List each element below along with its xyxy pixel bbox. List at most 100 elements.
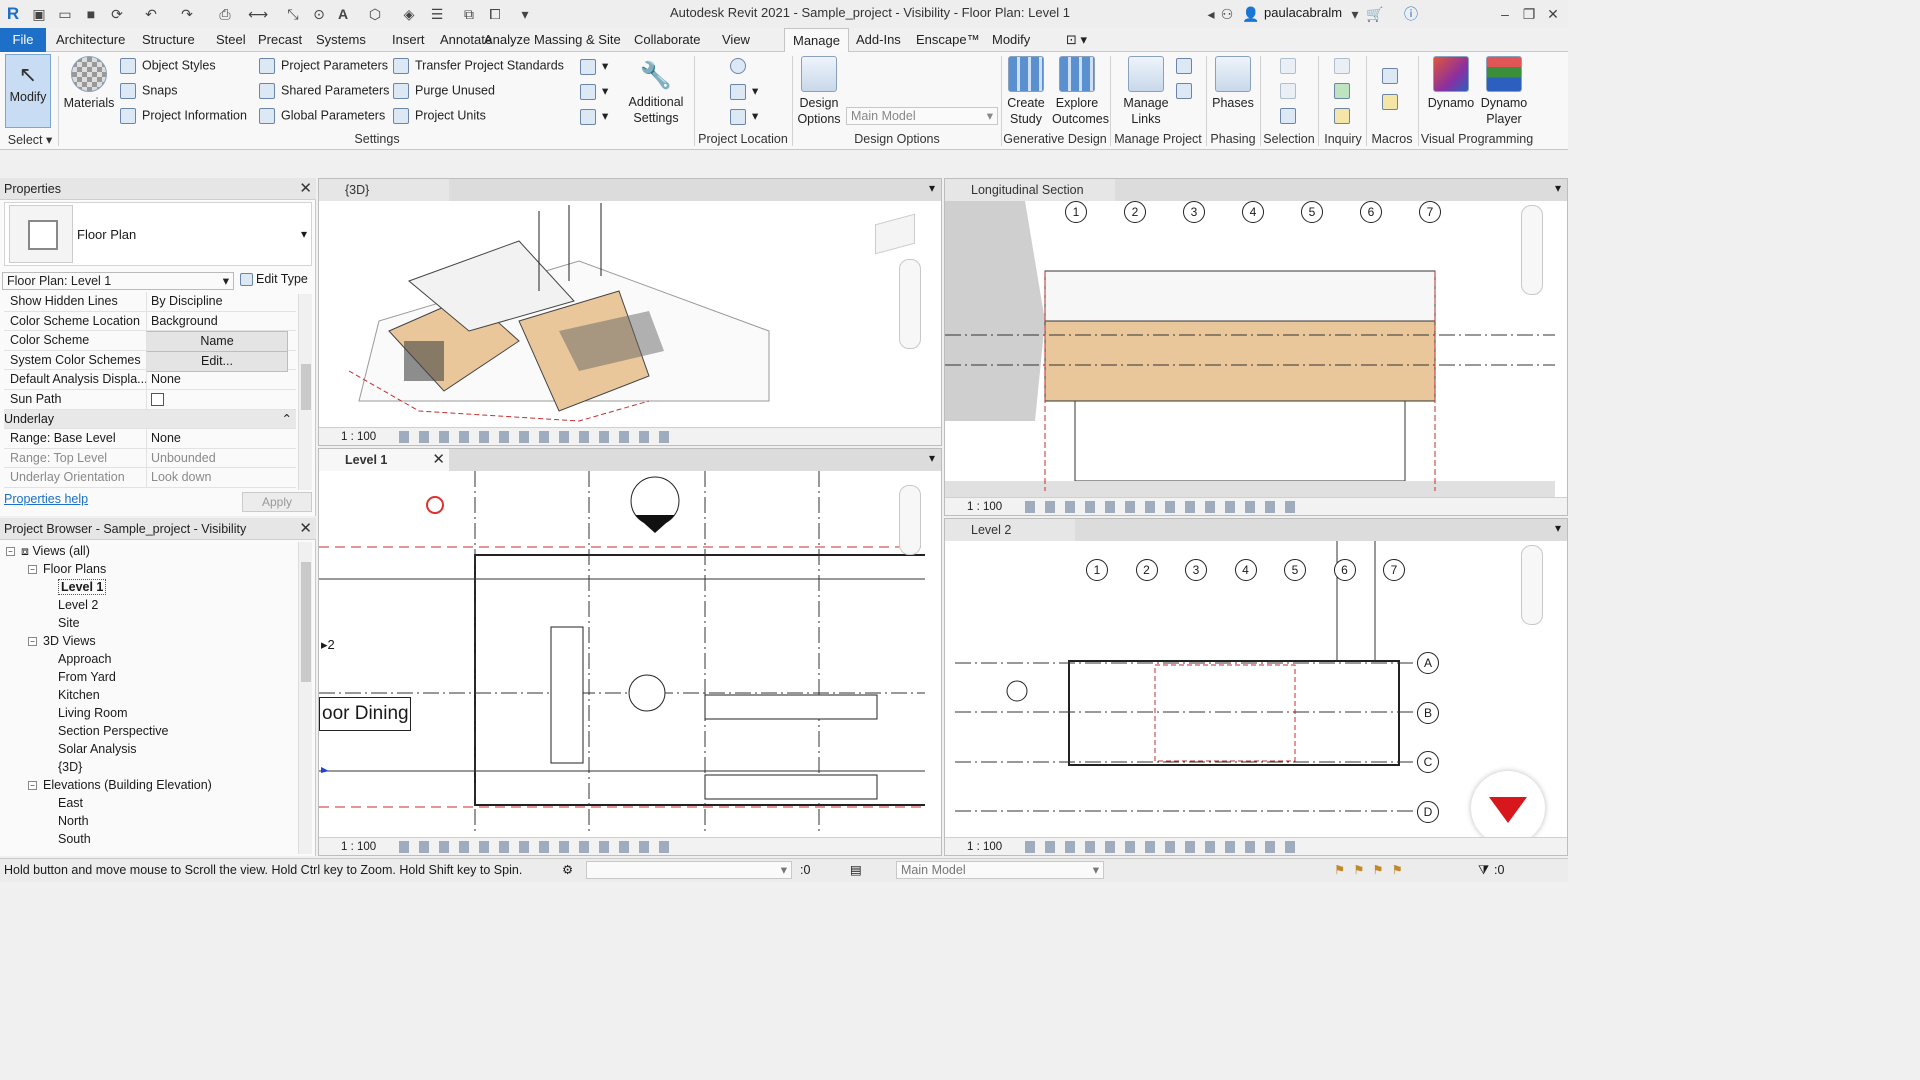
project-parameters-button[interactable]: Project Parameters (259, 58, 388, 74)
type-selector[interactable]: Floor Plan ▾ (4, 202, 312, 266)
tab-systems[interactable]: Systems (308, 28, 374, 52)
edit-type-button[interactable]: Edit Type (240, 272, 308, 287)
view-controls-icons[interactable] (1025, 841, 1295, 853)
sync-icon[interactable]: ⟳ (108, 5, 126, 23)
selection-toggle-icons[interactable]: ⚑⚑⚑⚑ (1334, 859, 1411, 881)
modify-button[interactable]: ↖ Modify (5, 54, 51, 128)
property-value[interactable]: Background (146, 311, 288, 331)
decal-types-button[interactable] (1176, 83, 1198, 99)
view-level-2[interactable]: Level 2 ▾ 1 2 3 4 5 6 7 A B C D 1 : 100 (944, 518, 1568, 856)
property-row[interactable]: Color Scheme Name (4, 331, 296, 353)
panel-select[interactable]: Select ▾ (6, 132, 54, 147)
view-3d-scale[interactable]: 1 : 100 (341, 428, 376, 445)
dynamo-player-button[interactable]: Dynamo Player (1478, 56, 1530, 127)
checkbox-icon[interactable] (151, 393, 164, 406)
tab-add-ins[interactable]: Add-Ins (848, 28, 909, 52)
tree-item[interactable]: {3D} (58, 758, 82, 776)
grid-bubble[interactable]: 1 (1065, 201, 1087, 223)
property-row[interactable]: System Color Schemes Edit... (4, 350, 296, 372)
measure-icon[interactable]: ⟷ (248, 5, 268, 23)
close-icon[interactable]: ✕ (432, 449, 445, 471)
property-row[interactable]: Show Hidden Lines By Discipline (4, 292, 296, 312)
design-option-combo[interactable]: Main Model ▾ (846, 107, 998, 125)
grid-bubble[interactable]: 4 (1234, 559, 1257, 581)
user-icon[interactable]: 👤 (1242, 5, 1260, 23)
close-hidden-icon[interactable]: ⧉ (460, 5, 478, 23)
view-level-1-tab[interactable]: Level 1 ✕ (319, 449, 449, 471)
properties-scrollbar[interactable] (298, 294, 312, 490)
tree-item[interactable]: Level 2 (58, 596, 98, 614)
location-button[interactable] (730, 58, 752, 74)
grid-bubble[interactable]: 6 (1333, 559, 1356, 581)
object-styles-button[interactable]: Object Styles (120, 58, 216, 74)
tree-floor-plans[interactable]: − Floor Plans (28, 560, 106, 578)
grid-bubble[interactable]: A (1417, 652, 1439, 674)
level-1-scale[interactable]: 1 : 100 (341, 838, 376, 855)
dynamo-button[interactable]: Dynamo (1424, 56, 1478, 111)
coordinates-button[interactable]: ▾ (730, 83, 758, 100)
section-icon[interactable]: ◈ (400, 5, 418, 23)
view-menu-icon[interactable]: ▾ (929, 451, 935, 465)
close-window-icon[interactable]: ✕ (1544, 5, 1562, 23)
level-1-navbar[interactable] (899, 485, 921, 555)
text-icon[interactable]: A (334, 5, 352, 23)
view-section-tab[interactable]: Longitudinal Section (945, 179, 1115, 201)
tree-item[interactable]: Site (58, 614, 80, 632)
section-scale[interactable]: 1 : 100 (967, 498, 1002, 515)
view-3d[interactable]: {3D} ▾ 1 : 100 (318, 178, 942, 446)
elevation-marker[interactable]: ▸2 (321, 637, 335, 653)
tree-item[interactable]: Section Perspective (58, 722, 168, 740)
panel-schedule-button[interactable]: ▾ (580, 108, 608, 125)
tab-architecture[interactable]: Architecture (48, 28, 133, 52)
minimize-ribbon-icon[interactable]: ⊡ ▾ (1058, 28, 1095, 52)
grid-bubble[interactable]: 7 (1383, 559, 1405, 581)
tab-precast[interactable]: Precast (250, 28, 310, 52)
collapse-icon[interactable]: ⌃ (282, 410, 292, 429)
shared-parameters-button[interactable]: Shared Parameters (259, 83, 389, 99)
tab-enscape[interactable]: Enscape™ (908, 28, 988, 52)
view-controls-icons[interactable] (1025, 501, 1295, 513)
global-parameters-button[interactable]: Global Parameters (259, 108, 385, 124)
grid-bubble[interactable]: 6 (1360, 201, 1382, 223)
tab-massing-site[interactable]: Massing & Site (526, 28, 629, 52)
properties-help-link[interactable]: Properties help (4, 492, 88, 506)
tree-item[interactable]: North (58, 812, 89, 830)
explore-outcomes-button[interactable]: Explore Outcomes (1052, 56, 1109, 127)
phases-button[interactable]: Phases (1210, 56, 1256, 111)
save-icon[interactable]: ■ (82, 5, 100, 23)
grid-bubble[interactable]: D (1417, 800, 1439, 823)
view-menu-icon[interactable]: ▾ (1555, 521, 1561, 535)
transfer-standards-button[interactable]: Transfer Project Standards (393, 58, 564, 74)
warnings-button[interactable] (1334, 108, 1356, 124)
revit-logo-icon[interactable]: R (4, 5, 22, 23)
select-by-id-button[interactable] (1334, 83, 1356, 99)
binoculars-icon[interactable]: ⚇ (1218, 5, 1236, 23)
switch-windows-icon[interactable]: ⧠ (486, 5, 504, 23)
collapse-toggle-icon[interactable]: − (6, 547, 15, 557)
save-selection-button[interactable] (1280, 58, 1302, 74)
manage-images-button[interactable] (1176, 58, 1198, 74)
section-navbar[interactable] (1521, 205, 1543, 295)
home-icon[interactable]: ▣ (30, 5, 48, 23)
tag-icon[interactable]: ⊙ (310, 5, 328, 23)
tree-item[interactable]: East (58, 794, 83, 812)
purge-unused-button[interactable]: Purge Unused (393, 83, 495, 99)
view-3d-tab[interactable]: {3D} (319, 179, 449, 201)
workset-combo[interactable]: ▾ (586, 861, 792, 879)
underlay-group-header[interactable]: Underlay ⌃ (4, 409, 296, 430)
grid-bubble[interactable]: 7 (1419, 201, 1441, 223)
property-value[interactable]: By Discipline (146, 292, 288, 311)
macro-manager-button[interactable] (1382, 68, 1404, 84)
property-value[interactable]: None (146, 429, 288, 449)
print-icon[interactable]: ⎙ (216, 5, 234, 23)
apply-button[interactable]: Apply (242, 492, 312, 512)
minimize-icon[interactable]: – (1496, 5, 1514, 23)
level-2-navbar[interactable] (1521, 545, 1543, 625)
tab-steel[interactable]: Steel (208, 28, 254, 52)
tab-file[interactable]: File (0, 28, 46, 52)
property-row[interactable]: Sun Path (4, 390, 296, 412)
tab-manage[interactable]: Manage (784, 28, 849, 53)
materials-button[interactable]: Materials (62, 56, 116, 111)
property-value-button[interactable]: Name (146, 331, 288, 353)
tree-item[interactable]: Living Room (58, 704, 127, 722)
